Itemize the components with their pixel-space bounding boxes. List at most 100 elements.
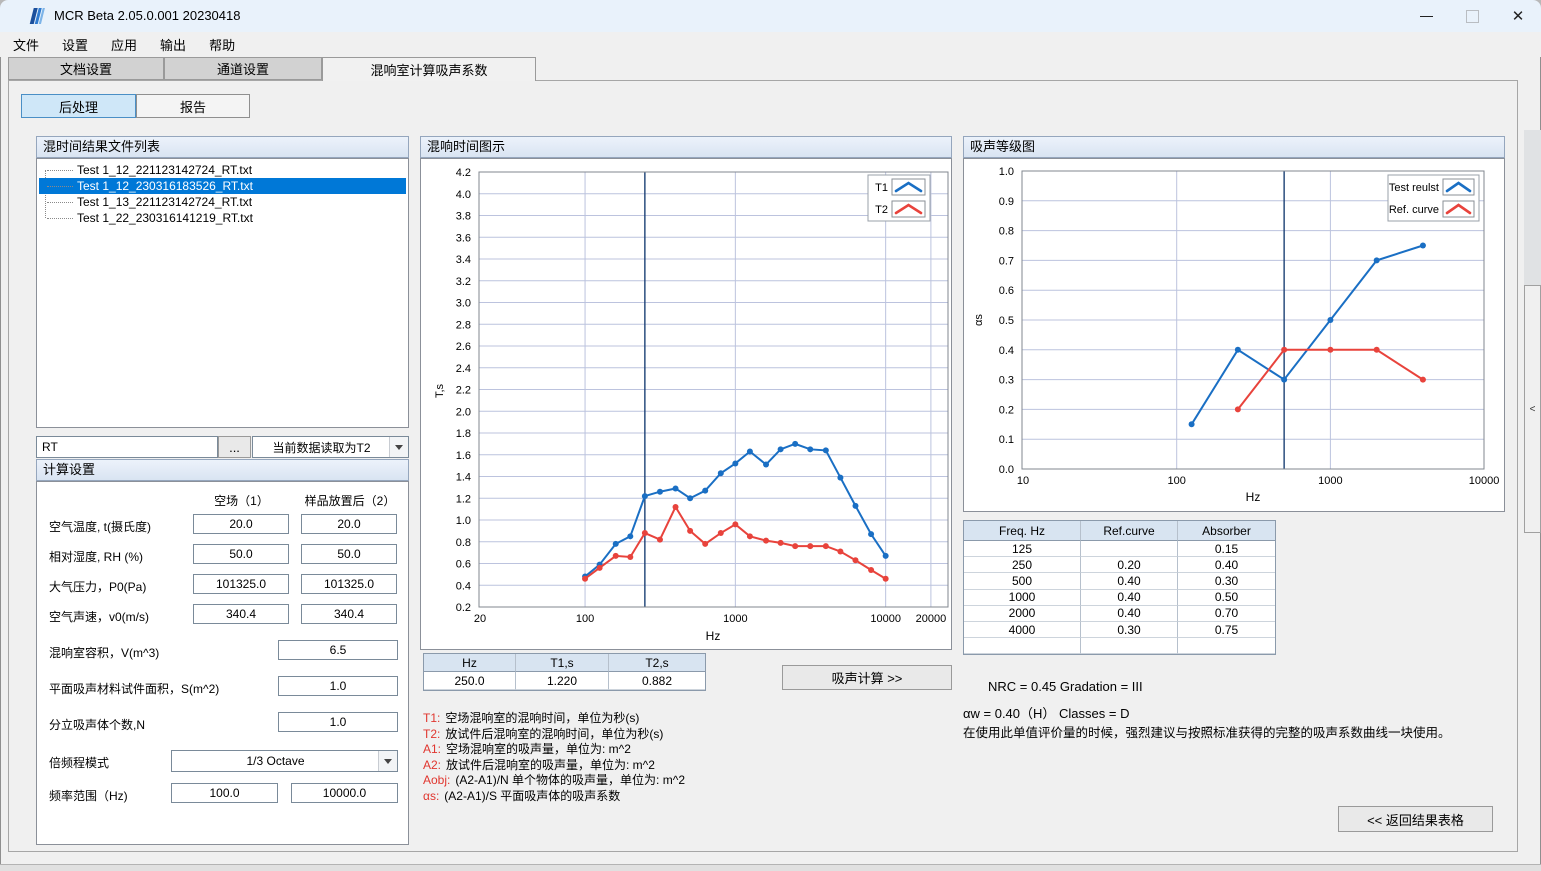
table-row[interactable]: 2500.200.40 (964, 557, 1275, 573)
table-row[interactable] (964, 638, 1275, 654)
table-cell: 0.30 (1081, 622, 1178, 638)
file-list-item[interactable]: Test 1_22_230316141219_RT.txt (39, 210, 406, 226)
file-name: Test 1_12_230316183526_RT.txt (77, 179, 253, 193)
svg-text:0.7: 0.7 (999, 255, 1014, 267)
data-point (627, 533, 633, 539)
file-list-item[interactable]: Test 1_12_230316183526_RT.txt (39, 178, 406, 194)
rt-chart[interactable]: 0.20.40.60.81.01.21.41.61.82.02.22.42.62… (421, 159, 951, 649)
setting-input-field[interactable]: 1.0 (278, 676, 398, 696)
svg-text:2.2: 2.2 (456, 385, 471, 397)
setting-input-field1[interactable]: 340.4 (193, 604, 289, 624)
menu-item-1[interactable]: 设置 (57, 33, 93, 56)
table-cell: 0.30 (1178, 573, 1275, 589)
svg-text:0.3: 0.3 (999, 375, 1014, 387)
data-point (1281, 377, 1287, 383)
data-point (732, 460, 738, 466)
minimize-button[interactable] (1403, 0, 1449, 32)
setting-label: 大气压力，P0(Pa) (49, 578, 146, 595)
close-button[interactable]: ✕ (1495, 0, 1541, 32)
menu-item-2[interactable]: 应用 (106, 33, 142, 56)
data-point (852, 557, 858, 563)
svg-text:T1: T1 (875, 182, 888, 194)
setting-label: 混响室容积，V(m^3) (49, 644, 159, 661)
freq-min-input[interactable]: 100.0 (171, 783, 278, 803)
table-row[interactable]: 250.01.2200.882 (424, 672, 705, 690)
tab-0[interactable]: 文档设置 (8, 57, 164, 80)
note-line: Aobj:(A2-A1)/N 单个物体的吸声量，单位为: m^2 (423, 771, 685, 788)
nrc-result-text: NRC = 0.45 Gradation = III (988, 679, 1143, 694)
menu-item-3[interactable]: 输出 (155, 33, 191, 56)
subtab-1[interactable]: 报告 (136, 94, 250, 118)
rt-readout-table: HzT1,sT2,s250.01.2200.882 (423, 653, 706, 691)
setting-input-field1[interactable]: 50.0 (193, 544, 289, 564)
svg-text:1.8: 1.8 (456, 428, 471, 440)
data-mode-dropdown[interactable]: 当前数据读取为T2 (252, 436, 409, 458)
svg-text:1000: 1000 (1318, 475, 1342, 487)
table-cell (1081, 541, 1178, 557)
table-cell: 1.220 (516, 672, 609, 690)
menu-item-4[interactable]: 帮助 (204, 33, 240, 56)
setting-input-field2[interactable]: 101325.0 (301, 574, 397, 594)
file-list-item[interactable]: Test 1_13_221123142724_RT.txt (39, 194, 406, 210)
data-point (792, 441, 798, 447)
chevron-down-icon[interactable] (389, 437, 408, 457)
data-point (657, 537, 663, 543)
table-header-cell: T1,s (516, 654, 609, 672)
subtab-0[interactable]: 后处理 (21, 94, 136, 118)
svg-text:10: 10 (1017, 475, 1029, 487)
absorption-chart[interactable]: 0.00.10.20.30.40.50.60.70.80.91.01010010… (964, 159, 1504, 511)
legend-curve-icon (892, 179, 925, 195)
tab-2[interactable]: 混响室计算吸声系数 (322, 57, 536, 81)
file-name: Test 1_13_221123142724_RT.txt (77, 195, 252, 209)
data-point (1327, 347, 1333, 353)
octave-mode-value: 1/3 Octave (172, 751, 379, 771)
chevron-down-icon[interactable] (378, 751, 397, 771)
absorption-calc-button[interactable]: 吸声计算 >> (782, 665, 952, 690)
svg-text:2.6: 2.6 (456, 341, 471, 353)
tree-branch-stub (47, 218, 73, 219)
maximize-button[interactable] (1449, 0, 1495, 32)
svg-text:0.0: 0.0 (999, 464, 1014, 476)
table-row[interactable]: 40000.300.75 (964, 622, 1275, 638)
table-row[interactable]: 10000.400.50 (964, 590, 1275, 606)
setting-input-field2[interactable]: 50.0 (301, 544, 397, 564)
setting-input-field2[interactable]: 340.4 (301, 604, 397, 624)
setting-input-field1[interactable]: 20.0 (193, 514, 289, 534)
data-point (687, 528, 693, 534)
advice-text: 在使用此单值评价量的时候，强烈建议与按照标准获得的完整的吸声系数曲线一块使用。 (963, 722, 1451, 741)
setting-input-field2[interactable]: 20.0 (301, 514, 397, 534)
aw-result-text: αw = 0.40（H） Classes = D (963, 703, 1129, 722)
data-point (868, 567, 874, 573)
data-point (778, 540, 784, 546)
rt-name-input[interactable]: RT (36, 436, 218, 458)
setting-input-field1[interactable]: 101325.0 (193, 574, 289, 594)
octave-mode-dropdown[interactable]: 1/3 Octave (171, 750, 398, 772)
window-bottom-edge (0, 864, 1541, 871)
table-cell: 0.15 (1178, 541, 1275, 557)
setting-input-field[interactable]: 6.5 (278, 640, 398, 660)
table-cell: 0.70 (1178, 606, 1275, 622)
file-list-item[interactable]: Test 1_12_221123142724_RT.txt (39, 162, 406, 178)
table-row[interactable]: 5000.400.30 (964, 573, 1275, 589)
svg-text:0.5: 0.5 (999, 315, 1014, 327)
table-row[interactable]: 1250.15 (964, 541, 1275, 557)
table-cell: 0.882 (609, 672, 705, 690)
tab-1[interactable]: 通道设置 (164, 57, 322, 80)
data-point (613, 553, 619, 559)
freq-max-input[interactable]: 10000.0 (291, 783, 398, 803)
collapse-panel-button[interactable]: < (1524, 285, 1541, 533)
data-point (613, 541, 619, 547)
setting-input-field[interactable]: 1.0 (278, 712, 398, 732)
setting-label: 分立吸声体个数,N (49, 716, 145, 733)
table-row[interactable]: 20000.400.70 (964, 606, 1275, 622)
svg-text:Hz: Hz (1246, 490, 1261, 504)
svg-text:αs: αs (973, 314, 985, 326)
data-point (807, 446, 813, 452)
note-line: A2:放试件后混响室的吸声量，单位为: m^2 (423, 756, 655, 773)
table-cell: 250.0 (424, 672, 516, 690)
data-point (837, 475, 843, 481)
octave-mode-label: 倍频程模式 (49, 754, 109, 771)
menu-item-0[interactable]: 文件 (8, 33, 44, 56)
browse-button[interactable]: ... (218, 436, 251, 458)
back-to-results-button[interactable]: << 返回结果表格 (1338, 806, 1493, 832)
